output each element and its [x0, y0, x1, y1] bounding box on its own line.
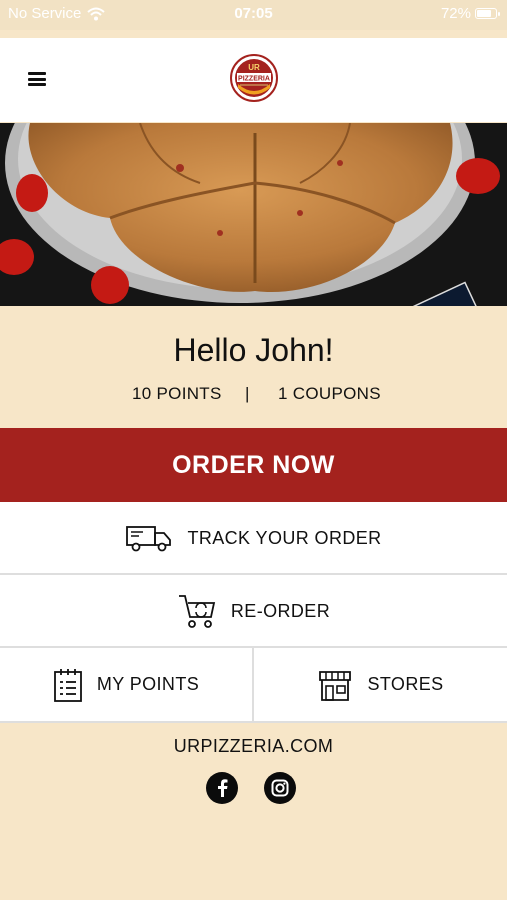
stats-separator: |: [245, 384, 250, 403]
notepad-icon: [53, 668, 82, 702]
stores-button[interactable]: STORES: [254, 648, 507, 721]
instagram-icon[interactable]: [264, 772, 296, 804]
status-bar: No Service 07:05 72%: [0, 0, 507, 30]
menu-icon[interactable]: [28, 72, 46, 86]
svg-text:PIZZERIA: PIZZERIA: [238, 76, 270, 83]
svg-text:UR: UR: [248, 63, 260, 72]
store-icon: [319, 670, 352, 701]
battery-indicator: 72%: [440, 5, 500, 22]
greeting-section: Hello John! 10 POINTS | 1 COUPONS: [0, 306, 507, 428]
my-points-button[interactable]: MY POINTS: [0, 648, 252, 721]
app-header: UR PIZZERIA: [0, 38, 507, 122]
divider: [0, 721, 507, 723]
reorder-label: RE-ORDER: [230, 600, 331, 621]
reorder-button[interactable]: RE-ORDER: [0, 575, 507, 647]
order-now-button[interactable]: ORDER NOW: [0, 428, 507, 502]
my-points-label: MY POINTS: [96, 674, 200, 694]
points-count: 10 POINTS: [132, 384, 222, 403]
website-link[interactable]: URPIZZERIA.COM: [0, 736, 507, 757]
battery-percent: 72%: [440, 5, 471, 22]
track-order-label: TRACK YOUR ORDER: [187, 527, 382, 548]
hero-pizza-image: [0, 123, 507, 306]
truck-icon: [126, 526, 172, 552]
loyalty-stats: 10 POINTS | 1 COUPONS: [0, 384, 507, 404]
pizzeria-logo: UR PIZZERIA: [230, 54, 278, 102]
track-order-button[interactable]: TRACK YOUR ORDER: [0, 502, 507, 574]
cart-icon: [178, 595, 216, 628]
greeting-title: Hello John!: [173, 332, 334, 368]
status-time: 07:05: [234, 5, 273, 22]
stores-label: STORES: [367, 674, 444, 694]
coupons-count: 1 COUPONS: [278, 384, 381, 403]
battery-icon: [475, 8, 500, 19]
facebook-icon[interactable]: [206, 772, 238, 804]
calzone-illustration: [0, 123, 507, 306]
